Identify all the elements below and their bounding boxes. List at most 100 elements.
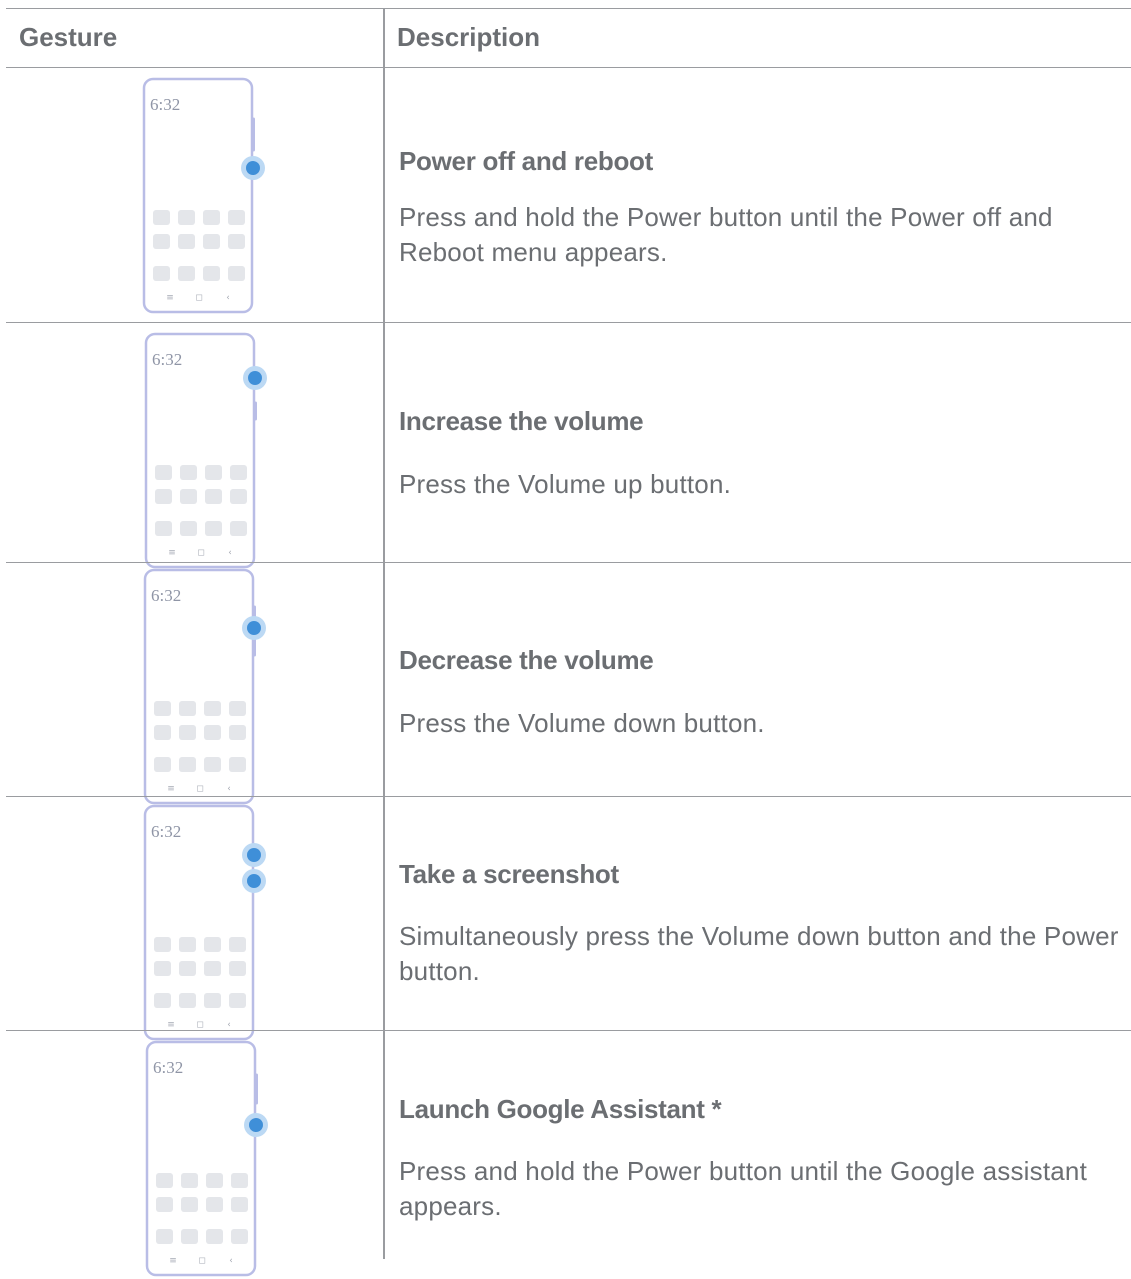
row-title: Take a screenshot: [399, 859, 619, 889]
table-top-rule: [6, 8, 1131, 9]
app-tile: [206, 1197, 223, 1212]
press-point: [247, 621, 261, 635]
nav-glyph: ‹: [227, 784, 231, 794]
app-tile: [228, 266, 245, 281]
app-tile: [154, 757, 171, 772]
nav-glyph: ≡: [167, 784, 175, 794]
table-row: 6:32 ≡ ◻ ‹ Increase the volume Press the Vo…: [6, 323, 1131, 569]
app-tile: [179, 937, 196, 952]
app-tile: [153, 210, 170, 225]
nav-glyph: ≡: [167, 1020, 175, 1030]
app-tile: [229, 725, 246, 740]
app-tile: [179, 725, 196, 740]
app-tile: [205, 521, 222, 536]
nav-glyph: ◻: [197, 548, 204, 558]
app-tile: [204, 937, 221, 952]
phone-illustration-power-icon: 6:32 ≡ ◻ ‹: [142, 77, 265, 316]
nav-glyph: ◻: [196, 1020, 203, 1030]
nav-glyph: ‹: [229, 1256, 233, 1266]
phone-clock: 6:32: [150, 95, 180, 114]
app-tile: [204, 961, 221, 976]
app-tile: [178, 266, 195, 281]
nav-glyph: ≡: [166, 293, 174, 303]
press-point: [246, 161, 260, 175]
app-tile: [154, 725, 171, 740]
app-tile: [206, 1229, 223, 1244]
press-point: [248, 371, 262, 385]
app-tile: [203, 210, 220, 225]
app-tile: [178, 210, 195, 225]
nav-glyph: ‹: [226, 293, 230, 303]
app-tile: [154, 961, 171, 976]
press-point: [247, 848, 261, 862]
nav-glyph: ≡: [169, 1256, 177, 1266]
row-text: Press the Volume down button.: [399, 708, 765, 738]
app-tile: [228, 234, 245, 249]
app-tile: [156, 1197, 173, 1212]
app-tile: [154, 993, 171, 1008]
app-tile: [204, 757, 221, 772]
gesture-table: Gesture Description 6:32 ≡ ◻ ‹ Power off an…: [6, 8, 1131, 1277]
row-text: Press and hold the Power button until th…: [399, 202, 1053, 267]
app-tile: [181, 1197, 198, 1212]
table-row: 6:32 ≡ ◻ ‹ Take a screenshot Simultaneously…: [6, 797, 1131, 1041]
app-tile: [230, 465, 247, 480]
app-tile: [206, 1173, 223, 1188]
app-tile: [180, 465, 197, 480]
app-tile: [153, 234, 170, 249]
row-title: Decrease the volume: [399, 645, 654, 675]
row-text: Press the Volume up button.: [399, 469, 732, 499]
app-tile: [229, 757, 246, 772]
app-tile: [153, 266, 170, 281]
app-tile: [203, 234, 220, 249]
phone-illustration-volume-down-icon: 6:32 ≡ ◻ ‹: [143, 568, 266, 807]
press-point: [247, 874, 261, 888]
table-row: 6:32 ≡ ◻ ‹ Power off and reboot Press and h…: [6, 68, 1131, 322]
app-tile: [179, 961, 196, 976]
app-tile: [204, 701, 221, 716]
nav-glyph: ‹: [228, 548, 232, 558]
app-tile: [231, 1229, 248, 1244]
phone-clock: 6:32: [151, 822, 181, 841]
app-tile: [229, 961, 246, 976]
nav-glyph: ≡: [168, 548, 176, 558]
app-tile: [156, 1229, 173, 1244]
row-title: Power off and reboot: [399, 146, 654, 176]
app-tile: [228, 210, 245, 225]
table-row: 6:32 ≡ ◻ ‹ Launch Google Assistant * Press …: [6, 1031, 1131, 1277]
app-tile: [229, 701, 246, 716]
row-title: Increase the volume: [399, 406, 644, 436]
app-tile: [179, 701, 196, 716]
app-tile: [179, 993, 196, 1008]
phone-clock: 6:32: [153, 1058, 183, 1077]
app-tile: [179, 757, 196, 772]
app-tile: [178, 234, 195, 249]
app-tile: [155, 489, 172, 504]
app-tile: [229, 993, 246, 1008]
app-tile: [205, 489, 222, 504]
phone-illustration-assistant-icon: 6:32 ≡ ◻ ‹: [145, 1040, 268, 1279]
nav-glyph: ◻: [195, 293, 202, 303]
press-point: [249, 1118, 263, 1132]
column-header-gesture: Gesture: [19, 22, 118, 52]
app-tile: [180, 521, 197, 536]
nav-glyph: ‹: [227, 1020, 231, 1030]
app-tile: [204, 993, 221, 1008]
row-title: Launch Google Assistant *: [399, 1094, 722, 1124]
nav-glyph: ◻: [196, 784, 203, 794]
column-header-description: Description: [397, 22, 541, 52]
app-tile: [154, 937, 171, 952]
app-tile: [155, 521, 172, 536]
app-tile: [181, 1229, 198, 1244]
phone-clock: 6:32: [152, 350, 182, 369]
app-tile: [231, 1197, 248, 1212]
app-tile: [229, 937, 246, 952]
app-tile: [156, 1173, 173, 1188]
app-tile: [205, 465, 222, 480]
app-tile: [155, 465, 172, 480]
row-text: Press and hold the Power button until th…: [399, 1156, 1088, 1221]
table-row: 6:32 ≡ ◻ ‹ Decrease the volume Press the Vo…: [6, 563, 1131, 805]
app-tile: [154, 701, 171, 716]
app-tile: [204, 725, 221, 740]
app-tile: [180, 489, 197, 504]
